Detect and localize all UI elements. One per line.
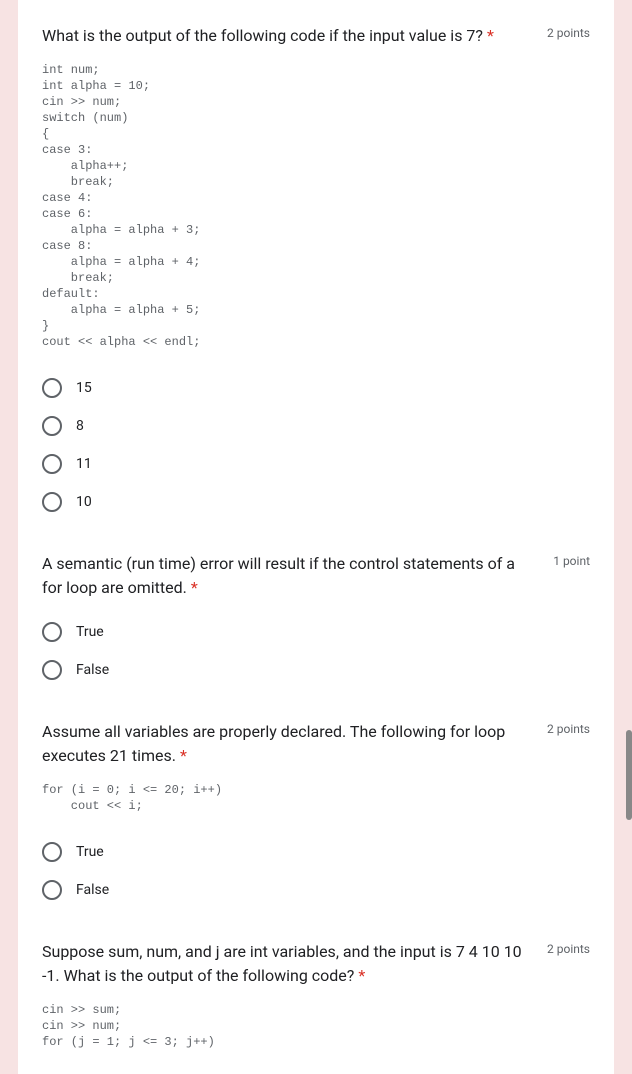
form-card: What is the output of the following code… [18,0,614,1074]
radio-icon [42,378,62,398]
question-block: What is the output of the following code… [42,24,590,548]
required-asterisk: * [187,578,198,597]
required-asterisk: * [176,746,187,765]
radio-group: True False [42,834,590,908]
option-label: 10 [76,494,92,510]
radio-option[interactable]: False [42,872,590,908]
question-header: What is the output of the following code… [42,24,590,48]
question-title: Assume all variables are properly declar… [42,720,547,768]
radio-icon [42,492,62,512]
radio-icon [42,416,62,436]
question-text: A semantic (run time) error will result … [42,554,515,597]
code-block: for (i = 0; i <= 20; i++) cout << i; [42,782,590,814]
question-block: A semantic (run time) error will result … [42,552,590,716]
required-asterisk: * [483,26,494,45]
question-header: A semantic (run time) error will result … [42,552,590,600]
question-header: Assume all variables are properly declar… [42,720,590,768]
radio-option[interactable]: True [42,614,590,650]
radio-icon [42,622,62,642]
points-badge: 2 points [547,940,590,956]
question-title: A semantic (run time) error will result … [42,552,553,600]
option-label: 8 [76,418,84,434]
radio-icon [42,454,62,474]
radio-icon [42,880,62,900]
question-text: What is the output of the following code… [42,26,483,45]
radio-group: 15 8 11 10 [42,370,590,520]
question-header: Suppose sum, num, and j are int variable… [42,940,590,988]
option-label: False [76,882,109,898]
radio-group: True False [42,614,590,688]
option-label: 15 [76,380,92,396]
radio-icon [42,660,62,680]
question-block: Assume all variables are properly declar… [42,720,590,936]
radio-option[interactable]: 11 [42,446,590,482]
question-block: Suppose sum, num, and j are int variable… [42,940,590,1050]
points-badge: 1 point [553,552,590,568]
scrollbar-track[interactable] [626,0,632,1024]
option-label: True [76,844,104,860]
radio-icon [42,842,62,862]
question-title: What is the output of the following code… [42,24,547,48]
option-label: 11 [76,456,92,472]
points-badge: 2 points [547,24,590,40]
radio-option[interactable]: False [42,652,590,688]
radio-option[interactable]: 8 [42,408,590,444]
radio-option[interactable]: 10 [42,484,590,520]
option-label: False [76,662,109,678]
scrollbar-thumb[interactable] [626,730,632,820]
question-text: Suppose sum, num, and j are int variable… [42,942,522,985]
radio-option[interactable]: True [42,834,590,870]
option-label: True [76,624,104,640]
code-block: cin >> sum; cin >> num; for (j = 1; j <=… [42,1002,590,1050]
radio-option[interactable]: 15 [42,370,590,406]
required-asterisk: * [354,966,365,985]
question-title: Suppose sum, num, and j are int variable… [42,940,547,988]
code-block: int num; int alpha = 10; cin >> num; swi… [42,62,590,350]
question-text: Assume all variables are properly declar… [42,722,505,765]
points-badge: 2 points [547,720,590,736]
